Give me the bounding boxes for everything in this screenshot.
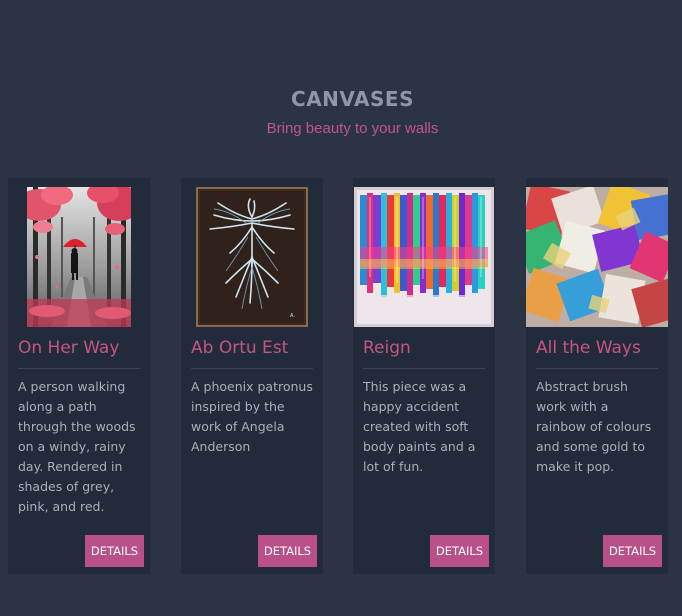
- details-button[interactable]: DETAILS: [85, 535, 144, 567]
- painting-image-reign[interactable]: [354, 187, 494, 327]
- card-description: Abstract brush work with a rainbow of co…: [536, 379, 652, 474]
- painting-image-all-the-ways[interactable]: [526, 187, 668, 327]
- card-description: A phoenix patronus inspired by the work …: [191, 379, 313, 454]
- product-card-all-the-ways: All the Ways Abstract brush work with a …: [526, 178, 668, 574]
- details-button[interactable]: DETAILS: [603, 535, 662, 567]
- card-description: A person walking along a path through th…: [18, 379, 136, 514]
- card-divider: [536, 368, 658, 369]
- section-title: CANVASES: [291, 87, 414, 111]
- product-card-on-her-way: On Her Way A person walking along a path…: [8, 178, 150, 574]
- details-button[interactable]: DETAILS: [430, 535, 489, 567]
- card-divider: [191, 368, 313, 369]
- product-card-reign: Reign This piece was a happy accident cr…: [353, 178, 495, 574]
- svg-text:A.: A.: [290, 313, 295, 319]
- section-header: CANVASES Bring beauty to your walls: [0, 86, 682, 138]
- painting-image-on-her-way[interactable]: [27, 187, 131, 327]
- details-button[interactable]: DETAILS: [258, 535, 317, 567]
- card-description: This piece was a happy accident created …: [363, 379, 476, 474]
- card-divider: [18, 368, 140, 369]
- card-title[interactable]: All the Ways: [536, 336, 641, 360]
- card-title[interactable]: Reign: [363, 336, 411, 360]
- card-title[interactable]: Ab Ortu Est: [191, 336, 288, 360]
- card-title[interactable]: On Her Way: [18, 336, 119, 360]
- section-subtitle: Bring beauty to your walls: [266, 120, 439, 137]
- card-divider: [363, 368, 485, 369]
- product-card-ab-ortu-est: A. Ab Ortu Est A phoenix patronus inspir…: [181, 178, 323, 574]
- painting-image-ab-ortu-est[interactable]: A.: [196, 187, 308, 327]
